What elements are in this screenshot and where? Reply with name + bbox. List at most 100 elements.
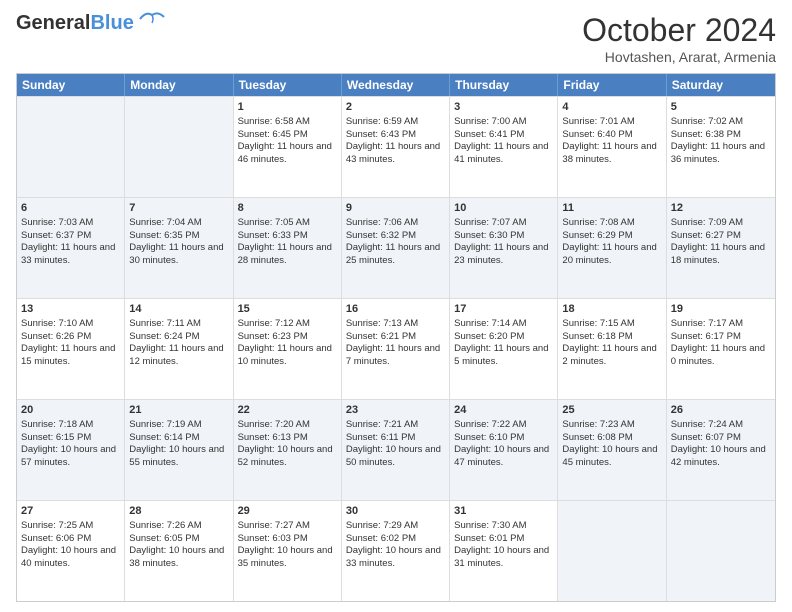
day-info: Daylight: 11 hours and 23 minutes.	[454, 242, 553, 268]
day-number: 1	[238, 100, 337, 115]
day-info: Sunrise: 7:07 AM	[454, 217, 553, 230]
day-number: 30	[346, 504, 445, 519]
day-info: Daylight: 10 hours and 31 minutes.	[454, 545, 553, 571]
day-info: Sunset: 6:10 PM	[454, 432, 553, 445]
day-info: Daylight: 11 hours and 12 minutes.	[129, 343, 228, 369]
day-number: 27	[21, 504, 120, 519]
day-info: Sunset: 6:38 PM	[671, 129, 771, 142]
weekday-tuesday: Tuesday	[234, 74, 342, 96]
day-number: 10	[454, 201, 553, 216]
day-info: Daylight: 10 hours and 38 minutes.	[129, 545, 228, 571]
day-info: Sunrise: 7:12 AM	[238, 318, 337, 331]
day-info: Daylight: 10 hours and 52 minutes.	[238, 444, 337, 470]
calendar-row: 13Sunrise: 7:10 AMSunset: 6:26 PMDayligh…	[17, 298, 775, 399]
table-row: 24Sunrise: 7:22 AMSunset: 6:10 PMDayligh…	[450, 400, 558, 500]
table-row: 9Sunrise: 7:06 AMSunset: 6:32 PMDaylight…	[342, 198, 450, 298]
day-info: Sunset: 6:29 PM	[562, 230, 661, 243]
day-info: Sunset: 6:24 PM	[129, 331, 228, 344]
day-info: Daylight: 11 hours and 38 minutes.	[562, 141, 661, 167]
day-number: 4	[562, 100, 661, 115]
table-row: 15Sunrise: 7:12 AMSunset: 6:23 PMDayligh…	[234, 299, 342, 399]
weekday-thursday: Thursday	[450, 74, 558, 96]
day-info: Sunset: 6:11 PM	[346, 432, 445, 445]
logo-text: GeneralBlue	[16, 12, 134, 35]
calendar-header: Sunday Monday Tuesday Wednesday Thursday…	[17, 74, 775, 96]
weekday-monday: Monday	[125, 74, 233, 96]
calendar-row: 20Sunrise: 7:18 AMSunset: 6:15 PMDayligh…	[17, 399, 775, 500]
day-number: 15	[238, 302, 337, 317]
day-number: 24	[454, 403, 553, 418]
day-info: Sunset: 6:33 PM	[238, 230, 337, 243]
day-info: Daylight: 11 hours and 41 minutes.	[454, 141, 553, 167]
day-number: 5	[671, 100, 771, 115]
day-info: Sunrise: 7:17 AM	[671, 318, 771, 331]
calendar-body: 1Sunrise: 6:58 AMSunset: 6:45 PMDaylight…	[17, 96, 775, 601]
day-number: 7	[129, 201, 228, 216]
day-info: Sunrise: 7:30 AM	[454, 520, 553, 533]
logo-bird-icon	[138, 9, 166, 32]
calendar: Sunday Monday Tuesday Wednesday Thursday…	[16, 73, 776, 602]
day-info: Sunset: 6:32 PM	[346, 230, 445, 243]
day-info: Daylight: 10 hours and 45 minutes.	[562, 444, 661, 470]
title-section: October 2024 Hovtashen, Ararat, Armenia	[582, 12, 776, 65]
day-info: Sunset: 6:08 PM	[562, 432, 661, 445]
table-row: 4Sunrise: 7:01 AMSunset: 6:40 PMDaylight…	[558, 97, 666, 197]
day-info: Daylight: 11 hours and 18 minutes.	[671, 242, 771, 268]
day-number: 18	[562, 302, 661, 317]
table-row: 17Sunrise: 7:14 AMSunset: 6:20 PMDayligh…	[450, 299, 558, 399]
day-info: Daylight: 11 hours and 46 minutes.	[238, 141, 337, 167]
day-info: Sunrise: 7:08 AM	[562, 217, 661, 230]
day-number: 26	[671, 403, 771, 418]
day-info: Daylight: 10 hours and 35 minutes.	[238, 545, 337, 571]
day-number: 12	[671, 201, 771, 216]
day-number: 2	[346, 100, 445, 115]
day-info: Daylight: 10 hours and 50 minutes.	[346, 444, 445, 470]
day-info: Daylight: 11 hours and 20 minutes.	[562, 242, 661, 268]
day-info: Sunrise: 7:26 AM	[129, 520, 228, 533]
table-row: 19Sunrise: 7:17 AMSunset: 6:17 PMDayligh…	[667, 299, 775, 399]
month-title: October 2024	[582, 12, 776, 49]
day-info: Sunrise: 7:20 AM	[238, 419, 337, 432]
day-number: 13	[21, 302, 120, 317]
table-row: 31Sunrise: 7:30 AMSunset: 6:01 PMDayligh…	[450, 501, 558, 601]
table-row: 23Sunrise: 7:21 AMSunset: 6:11 PMDayligh…	[342, 400, 450, 500]
table-row: 10Sunrise: 7:07 AMSunset: 6:30 PMDayligh…	[450, 198, 558, 298]
table-row: 3Sunrise: 7:00 AMSunset: 6:41 PMDaylight…	[450, 97, 558, 197]
day-info: Sunrise: 7:11 AM	[129, 318, 228, 331]
day-number: 8	[238, 201, 337, 216]
day-info: Sunrise: 6:58 AM	[238, 116, 337, 129]
day-info: Daylight: 11 hours and 5 minutes.	[454, 343, 553, 369]
day-info: Sunset: 6:03 PM	[238, 533, 337, 546]
day-info: Sunrise: 7:15 AM	[562, 318, 661, 331]
day-number: 28	[129, 504, 228, 519]
page: GeneralBlue October 2024 Hovtashen, Arar…	[0, 0, 792, 612]
day-info: Daylight: 11 hours and 30 minutes.	[129, 242, 228, 268]
day-info: Sunset: 6:20 PM	[454, 331, 553, 344]
weekday-wednesday: Wednesday	[342, 74, 450, 96]
day-info: Daylight: 11 hours and 7 minutes.	[346, 343, 445, 369]
day-info: Sunset: 6:26 PM	[21, 331, 120, 344]
day-info: Sunset: 6:01 PM	[454, 533, 553, 546]
day-number: 23	[346, 403, 445, 418]
day-info: Daylight: 10 hours and 57 minutes.	[21, 444, 120, 470]
day-info: Daylight: 11 hours and 0 minutes.	[671, 343, 771, 369]
day-info: Sunrise: 7:00 AM	[454, 116, 553, 129]
day-info: Daylight: 11 hours and 10 minutes.	[238, 343, 337, 369]
day-info: Daylight: 10 hours and 33 minutes.	[346, 545, 445, 571]
day-info: Sunrise: 7:27 AM	[238, 520, 337, 533]
table-row: 26Sunrise: 7:24 AMSunset: 6:07 PMDayligh…	[667, 400, 775, 500]
day-info: Sunset: 6:30 PM	[454, 230, 553, 243]
day-info: Sunrise: 7:02 AM	[671, 116, 771, 129]
table-row: 1Sunrise: 6:58 AMSunset: 6:45 PMDaylight…	[234, 97, 342, 197]
day-info: Sunrise: 7:01 AM	[562, 116, 661, 129]
logo: GeneralBlue	[16, 12, 166, 35]
day-info: Sunset: 6:02 PM	[346, 533, 445, 546]
header: GeneralBlue October 2024 Hovtashen, Arar…	[16, 12, 776, 65]
table-row: 21Sunrise: 7:19 AMSunset: 6:14 PMDayligh…	[125, 400, 233, 500]
day-info: Daylight: 10 hours and 47 minutes.	[454, 444, 553, 470]
day-info: Daylight: 11 hours and 2 minutes.	[562, 343, 661, 369]
table-row: 25Sunrise: 7:23 AMSunset: 6:08 PMDayligh…	[558, 400, 666, 500]
table-row	[125, 97, 233, 197]
day-number: 6	[21, 201, 120, 216]
day-number: 25	[562, 403, 661, 418]
